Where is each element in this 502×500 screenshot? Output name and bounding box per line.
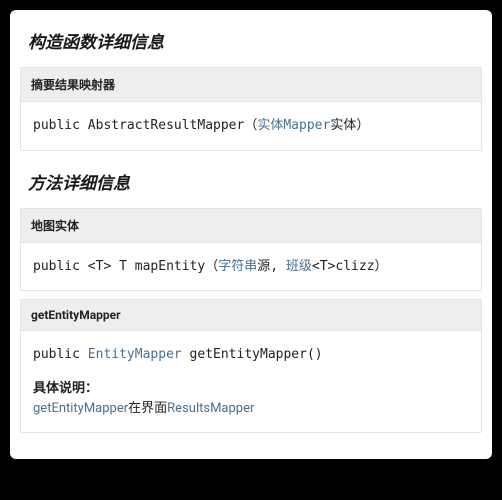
paren-close: ）	[356, 118, 369, 133]
param-suffix: <T>clizz	[312, 259, 375, 274]
return-type: T	[119, 259, 127, 274]
desc-link-interface[interactable]: ResultsMapper	[167, 401, 254, 416]
paren-open: （	[205, 259, 218, 274]
section-title-constructor: 构造函数详细信息	[28, 28, 474, 53]
constructor-signature: public AbstractResultMapper（实体Mapper实体）	[21, 102, 481, 150]
param-suffix: 源,	[257, 259, 286, 274]
member-header: 摘要结果映射器	[21, 68, 481, 102]
member-header: 地图实体	[21, 209, 481, 243]
modifier: public	[33, 259, 80, 274]
method-signature: public EntityMapper getEntityMapper()	[21, 331, 481, 379]
method-signature: public <T> T mapEntity（字符串源, 班级<T>clizz）	[21, 243, 481, 291]
method-member: 地图实体 public <T> T mapEntity（字符串源, 班级<T>c…	[20, 208, 482, 292]
paren-open: (	[307, 347, 315, 362]
method-description: 具体说明： getEntityMapper在界面ResultsMapper	[21, 379, 481, 433]
constructor-detail-section: 构造函数详细信息 摘要结果映射器 public AbstractResultMa…	[10, 28, 492, 151]
modifier: public	[33, 118, 80, 133]
member-header: getEntityMapper	[21, 300, 481, 331]
modifier: public	[33, 347, 80, 362]
return-type-link[interactable]: EntityMapper	[88, 347, 182, 362]
desc-link-method[interactable]: getEntityMapper	[33, 401, 128, 416]
param-suffix: 实体	[330, 118, 356, 133]
paren-open: （	[244, 118, 257, 133]
paren-close: ）	[375, 259, 388, 274]
method-name: AbstractResultMapper	[88, 118, 245, 133]
method-name: getEntityMapper	[190, 347, 307, 362]
param-type-link[interactable]: 实体Mapper	[257, 118, 330, 133]
generic: <T>	[88, 259, 111, 274]
constructor-member: 摘要结果映射器 public AbstractResultMapper（实体Ma…	[20, 67, 482, 151]
method-detail-section: 方法详细信息 地图实体 public <T> T mapEntity（字符串源,…	[10, 169, 492, 434]
param-type-link[interactable]: 字符串	[218, 259, 257, 274]
param-type-link[interactable]: 班级	[286, 259, 312, 274]
desc-mid: 在界面	[128, 401, 167, 416]
section-title-method: 方法详细信息	[28, 169, 474, 194]
paren-close: )	[315, 347, 323, 362]
method-name: mapEntity	[135, 259, 205, 274]
method-member: getEntityMapper public EntityMapper getE…	[20, 299, 482, 433]
desc-label: 具体说明：	[33, 381, 98, 396]
